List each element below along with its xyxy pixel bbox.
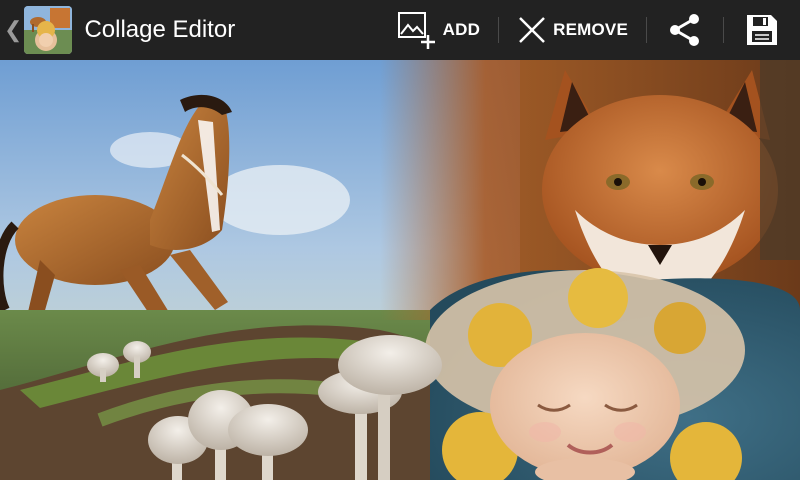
add-button[interactable]: ADD bbox=[379, 0, 498, 60]
add-image-icon bbox=[397, 12, 435, 49]
remove-label[interactable]: REMOVE bbox=[553, 20, 628, 40]
photo-sleeping-baby[interactable] bbox=[425, 268, 800, 480]
collage-artwork[interactable] bbox=[0, 60, 800, 480]
action-bar: ❮ Collage Editor ADD REMOVE bbox=[0, 0, 800, 60]
up-navigation[interactable]: ❮ bbox=[0, 0, 78, 60]
collage-editor-screen: ❮ Collage Editor ADD REMOVE bbox=[0, 0, 800, 480]
close-icon bbox=[519, 17, 545, 43]
toolbar-actions: ADD REMOVE bbox=[379, 0, 800, 60]
add-label[interactable]: ADD bbox=[443, 20, 480, 40]
save-icon bbox=[747, 15, 777, 45]
collage-app-icon[interactable] bbox=[24, 6, 73, 54]
collage-canvas[interactable] bbox=[0, 60, 800, 480]
share-icon bbox=[670, 14, 699, 46]
back-caret-icon[interactable]: ❮ bbox=[4, 19, 22, 41]
remove-button[interactable]: REMOVE bbox=[499, 0, 646, 60]
app-title: Collage Editor bbox=[84, 16, 236, 43]
share-button[interactable] bbox=[647, 0, 723, 60]
save-button[interactable] bbox=[724, 0, 800, 60]
